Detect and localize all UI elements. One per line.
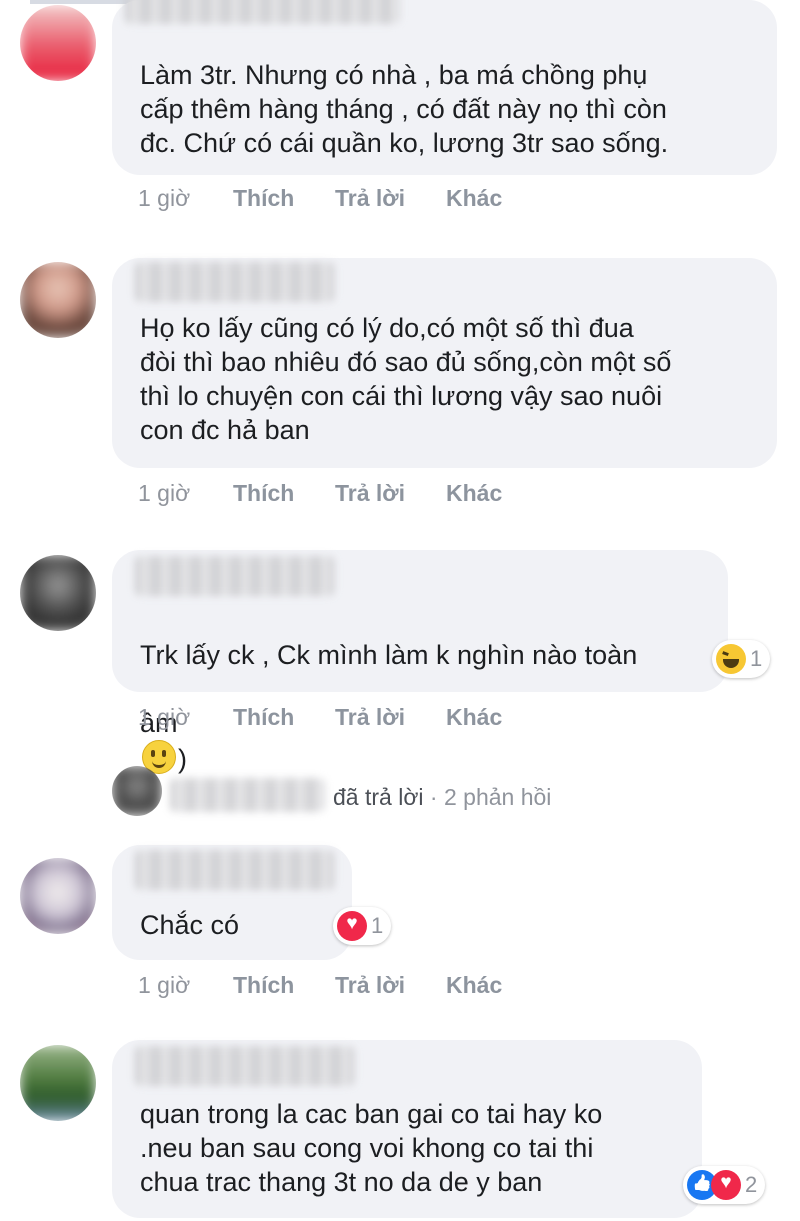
reply-link[interactable]: Trả lời [335, 185, 405, 212]
reply-author-name-redacted [170, 778, 325, 812]
avatar[interactable] [20, 555, 96, 631]
like-link[interactable]: Thích [233, 972, 294, 999]
more-link[interactable]: Khác [446, 704, 502, 731]
comment-time[interactable]: 1 giờ [138, 185, 190, 212]
avatar[interactable] [20, 1045, 96, 1121]
reaction-count: 1 [371, 913, 384, 938]
author-name-redacted [125, 0, 400, 24]
reply-link[interactable]: Trả lời [335, 704, 405, 731]
comment-text: quan trong la cac ban gai co tai hay ko … [140, 1099, 603, 1197]
comment-time[interactable]: 1 giờ [138, 972, 190, 999]
author-name-redacted [135, 556, 335, 596]
more-link[interactable]: Khác [446, 480, 502, 507]
reaction-count: 1 [750, 646, 763, 671]
reply-action-text: đã trả lời [333, 784, 424, 810]
author-name-redacted [135, 1046, 355, 1086]
reply-count: 2 phản hồi [443, 784, 552, 810]
more-link[interactable]: Khác [446, 972, 502, 999]
comment-text: Trk lấy ck , Ck mình làm k nghìn nào toà… [140, 604, 720, 776]
love-reaction-icon [337, 911, 367, 941]
reaction-summary[interactable]: 1 [333, 907, 392, 945]
avatar[interactable] [20, 262, 96, 338]
reply-link[interactable]: Trả lời [335, 972, 405, 999]
like-link[interactable]: Thích [233, 480, 294, 507]
comment-time[interactable]: 1 giờ [138, 480, 190, 507]
like-link[interactable]: Thích [233, 704, 294, 731]
reaction-summary[interactable]: 1 [712, 640, 771, 678]
author-name-redacted [135, 262, 335, 302]
haha-reaction-icon [716, 644, 746, 674]
comment-text-line: Trk lấy ck , Ck mình làm k nghìn nào toà… [140, 640, 638, 670]
avatar[interactable] [20, 858, 96, 934]
love-reaction-icon [711, 1170, 741, 1200]
reaction-count: 2 [745, 1172, 758, 1197]
avatar[interactable] [20, 5, 96, 81]
reply-link[interactable]: Trả lời [335, 480, 405, 507]
author-name-redacted [135, 850, 335, 890]
more-link[interactable]: Khác [446, 185, 502, 212]
like-link[interactable]: Thích [233, 185, 294, 212]
reaction-summary[interactable]: 2 [683, 1166, 766, 1204]
reply-avatar [112, 766, 162, 816]
comment-text: Họ ko lấy cũng có lý do,có một số thì đu… [140, 313, 672, 445]
replies-summary[interactable]: đã trả lời · 2 phản hồi [0, 760, 800, 830]
comment-text: Chắc có [140, 910, 240, 940]
comment-time[interactable]: 1 giờ [138, 704, 190, 731]
comment-text: Làm 3tr. Nhưng có nhà , ba má chồng phụ … [140, 60, 669, 158]
separator: · [429, 784, 438, 810]
